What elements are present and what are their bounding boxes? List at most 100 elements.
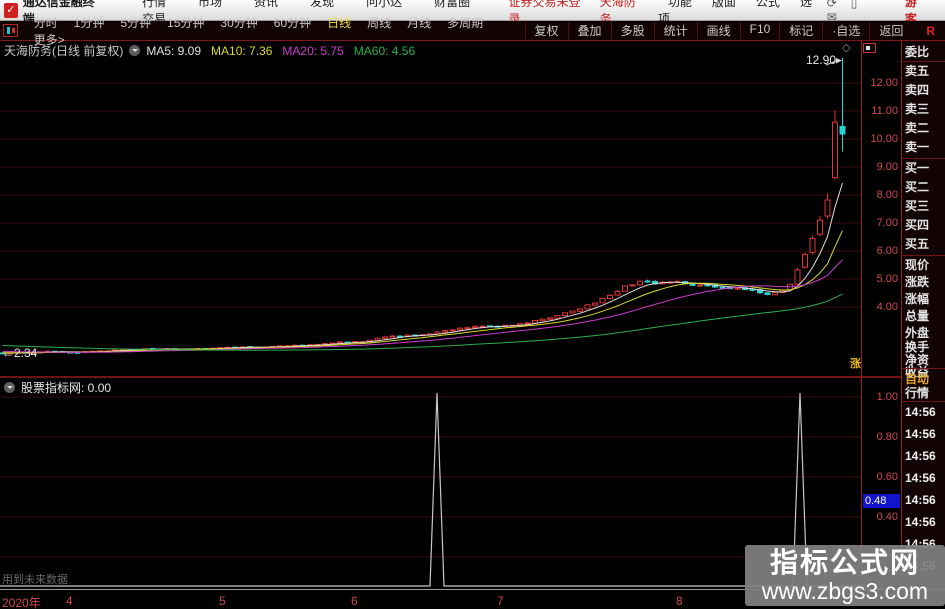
kline-view-icon[interactable] [3, 24, 18, 37]
row-info-1: 涨跌 [905, 275, 930, 289]
date-tick-5: 8 [676, 594, 683, 608]
indicator-current-value: 0.48 [863, 494, 900, 508]
watermark-title: 指标公式网 [769, 546, 920, 578]
toolbar-button-3[interactable]: 统计 [653, 22, 697, 39]
menu-item-2[interactable]: 资讯 [254, 0, 278, 9]
indicator-tick-1: 0.80 [876, 431, 898, 443]
main-candlestick-chart[interactable] [0, 41, 862, 376]
refresh-icon[interactable]: ⟳ [827, 0, 837, 10]
tab-0[interactable]: 自动 [905, 372, 929, 386]
tick-time-0: 14:56 [905, 405, 936, 419]
panel-separator [902, 158, 945, 159]
tick-time-3: 14:56 [905, 471, 936, 485]
indicator-tick-3: 0.40 [876, 511, 898, 523]
date-tick-4: 7 [497, 594, 504, 608]
period-tab-4[interactable]: 30分钟 [220, 16, 257, 30]
date-tick-1: 4 [66, 594, 73, 608]
ma-label-0: MA5: 9.09 [146, 43, 202, 58]
watermark-url: www.zbgs3.com [761, 577, 929, 604]
collapse-circle-icon[interactable] [129, 45, 141, 56]
price-tick-2: 10.00 [870, 133, 898, 145]
period-tab-3[interactable]: 15分钟 [167, 16, 204, 30]
tick-time-2: 14:56 [905, 449, 936, 463]
price-tick-0: 12.00 [870, 77, 898, 89]
indicator-circle-icon[interactable] [4, 382, 15, 393]
period-tab-5[interactable]: 60分钟 [274, 16, 311, 30]
menu-item-0[interactable]: 行情 [142, 0, 166, 9]
period-tab-6[interactable]: 日线 [327, 16, 351, 30]
toolbar-button-2[interactable]: 多股 [610, 22, 654, 39]
menu-right-item-0[interactable]: 功能 [668, 0, 692, 9]
main-chart-header: 天海防务(日线 前复权) MA5: 9.09 MA10: 7.36 MA20: 5.… [4, 43, 425, 59]
period-tab-2[interactable]: 5分钟 [120, 16, 151, 30]
indicator-gridlines [0, 396, 862, 558]
menu-item-3[interactable]: 发现 [310, 0, 334, 9]
ma-label-3: MA60: 4.56 [353, 43, 416, 58]
menu-right-item-2[interactable]: 公式 [756, 0, 780, 9]
period-tab-1[interactable]: 1分钟 [74, 16, 105, 30]
panel-separator [902, 61, 945, 62]
price-tick-3: 9.00 [876, 161, 898, 173]
tick-time-4: 14:56 [905, 493, 936, 507]
quote-panel: 委比 卖五 卖四 卖三 卖二 卖一 买一 买二 买三 买四 买五 现价 涨跌 涨幅 总量 外盘 换手 净资 收益 自动… [902, 41, 945, 589]
axis-border-line [861, 41, 862, 589]
diamond-marker-icon[interactable]: ◇ [842, 41, 850, 54]
app-logo-icon: ✓ [4, 2, 18, 18]
price-gridlines [0, 82, 862, 308]
tdx-terminal-window: ✓ 通达信金融终端 行情 市场 资讯 发现 问小达 财富圈交易 证券交易未登录 天海防务 … [0, 0, 945, 609]
chart-style-mini-icon[interactable] [863, 43, 876, 53]
price-tick-7: 5.00 [876, 273, 898, 285]
row-buy-3: 买三 [905, 199, 930, 213]
menu-item-4[interactable]: 问小达 [366, 0, 402, 9]
menu-right-item-1[interactable]: 版面 [712, 0, 736, 9]
period-tab-8[interactable]: 月线 [407, 16, 431, 30]
site-watermark: 指标公式网 www.zbgs3.com [745, 545, 945, 606]
price-tick-1: 11.00 [871, 105, 898, 117]
indicator-header: 股票指标网 : 0.00 [4, 380, 111, 395]
row-info-5: 换手 [905, 340, 930, 354]
price-tick-8: 4.00 [876, 301, 898, 313]
candles [0, 57, 846, 355]
indicator-chart[interactable] [0, 378, 862, 589]
panel-separator [902, 368, 945, 369]
date-tick-0: 2020年 [2, 596, 41, 609]
price-tick-4: 8.00 [876, 189, 898, 201]
row-info-4: 外盘 [905, 326, 930, 340]
indicator-tick-2: 0.60 [876, 471, 898, 483]
row-buy-1: 买一 [905, 161, 930, 175]
row-sell-3: 卖三 [905, 102, 930, 116]
row-weibi: 委比 [905, 45, 930, 59]
tick-time-5: 14:56 [905, 515, 936, 529]
toolbar-button-8[interactable]: 返回 [869, 22, 912, 39]
toolbar-button-6[interactable]: 标记 [779, 22, 822, 39]
date-tick-3: 6 [351, 594, 358, 608]
tab-1[interactable]: 行情 [905, 386, 929, 400]
date-tick-2: 5 [219, 594, 226, 608]
menu-item-5[interactable]: 财富圈 [434, 0, 470, 9]
toolbar-button-5[interactable]: F10 [739, 22, 780, 39]
price-tick-5: 7.00 [876, 217, 898, 229]
panel-separator [902, 401, 945, 402]
period-high-label: 12.90 [806, 53, 837, 67]
toolbar-button-7[interactable]: ·自选 [822, 22, 869, 39]
rise-corner-marker: 涨 [850, 358, 861, 370]
period-tab-7[interactable]: 周线 [367, 16, 391, 30]
toolbar-button-4[interactable]: 画线 [696, 22, 740, 39]
panel-separator [902, 255, 945, 256]
tick-time-1: 14:56 [905, 427, 936, 441]
row-sell-5: 卖五 [905, 64, 930, 78]
indicator-name: 股票指标网 [21, 381, 82, 395]
toolbar-button-1[interactable]: 叠加 [567, 22, 611, 39]
row-buy-4: 买四 [905, 218, 930, 232]
ma-lines [2, 182, 843, 354]
mobile-icon[interactable]: ▯ [851, 0, 858, 10]
period-low-label: ←2.34 [2, 346, 38, 360]
ma-label-2: MA20: 5.75 [282, 43, 344, 58]
period-tab-0[interactable]: 分时 [34, 16, 58, 30]
chart-title: 天海防务(日线 前复权) [4, 44, 124, 58]
period-tab-9[interactable]: 多周期 [447, 16, 483, 30]
realtime-badge: R [926, 23, 935, 38]
period-toolbar: 分时 1分钟 5分钟 15分钟 30分钟 60分钟 日线 周线 月线 多周期更多> 复权 叠加 多股统… [0, 16, 945, 47]
menu-item-1[interactable]: 市场 [198, 0, 222, 9]
toolbar-button-0[interactable]: 复权 [524, 22, 568, 39]
